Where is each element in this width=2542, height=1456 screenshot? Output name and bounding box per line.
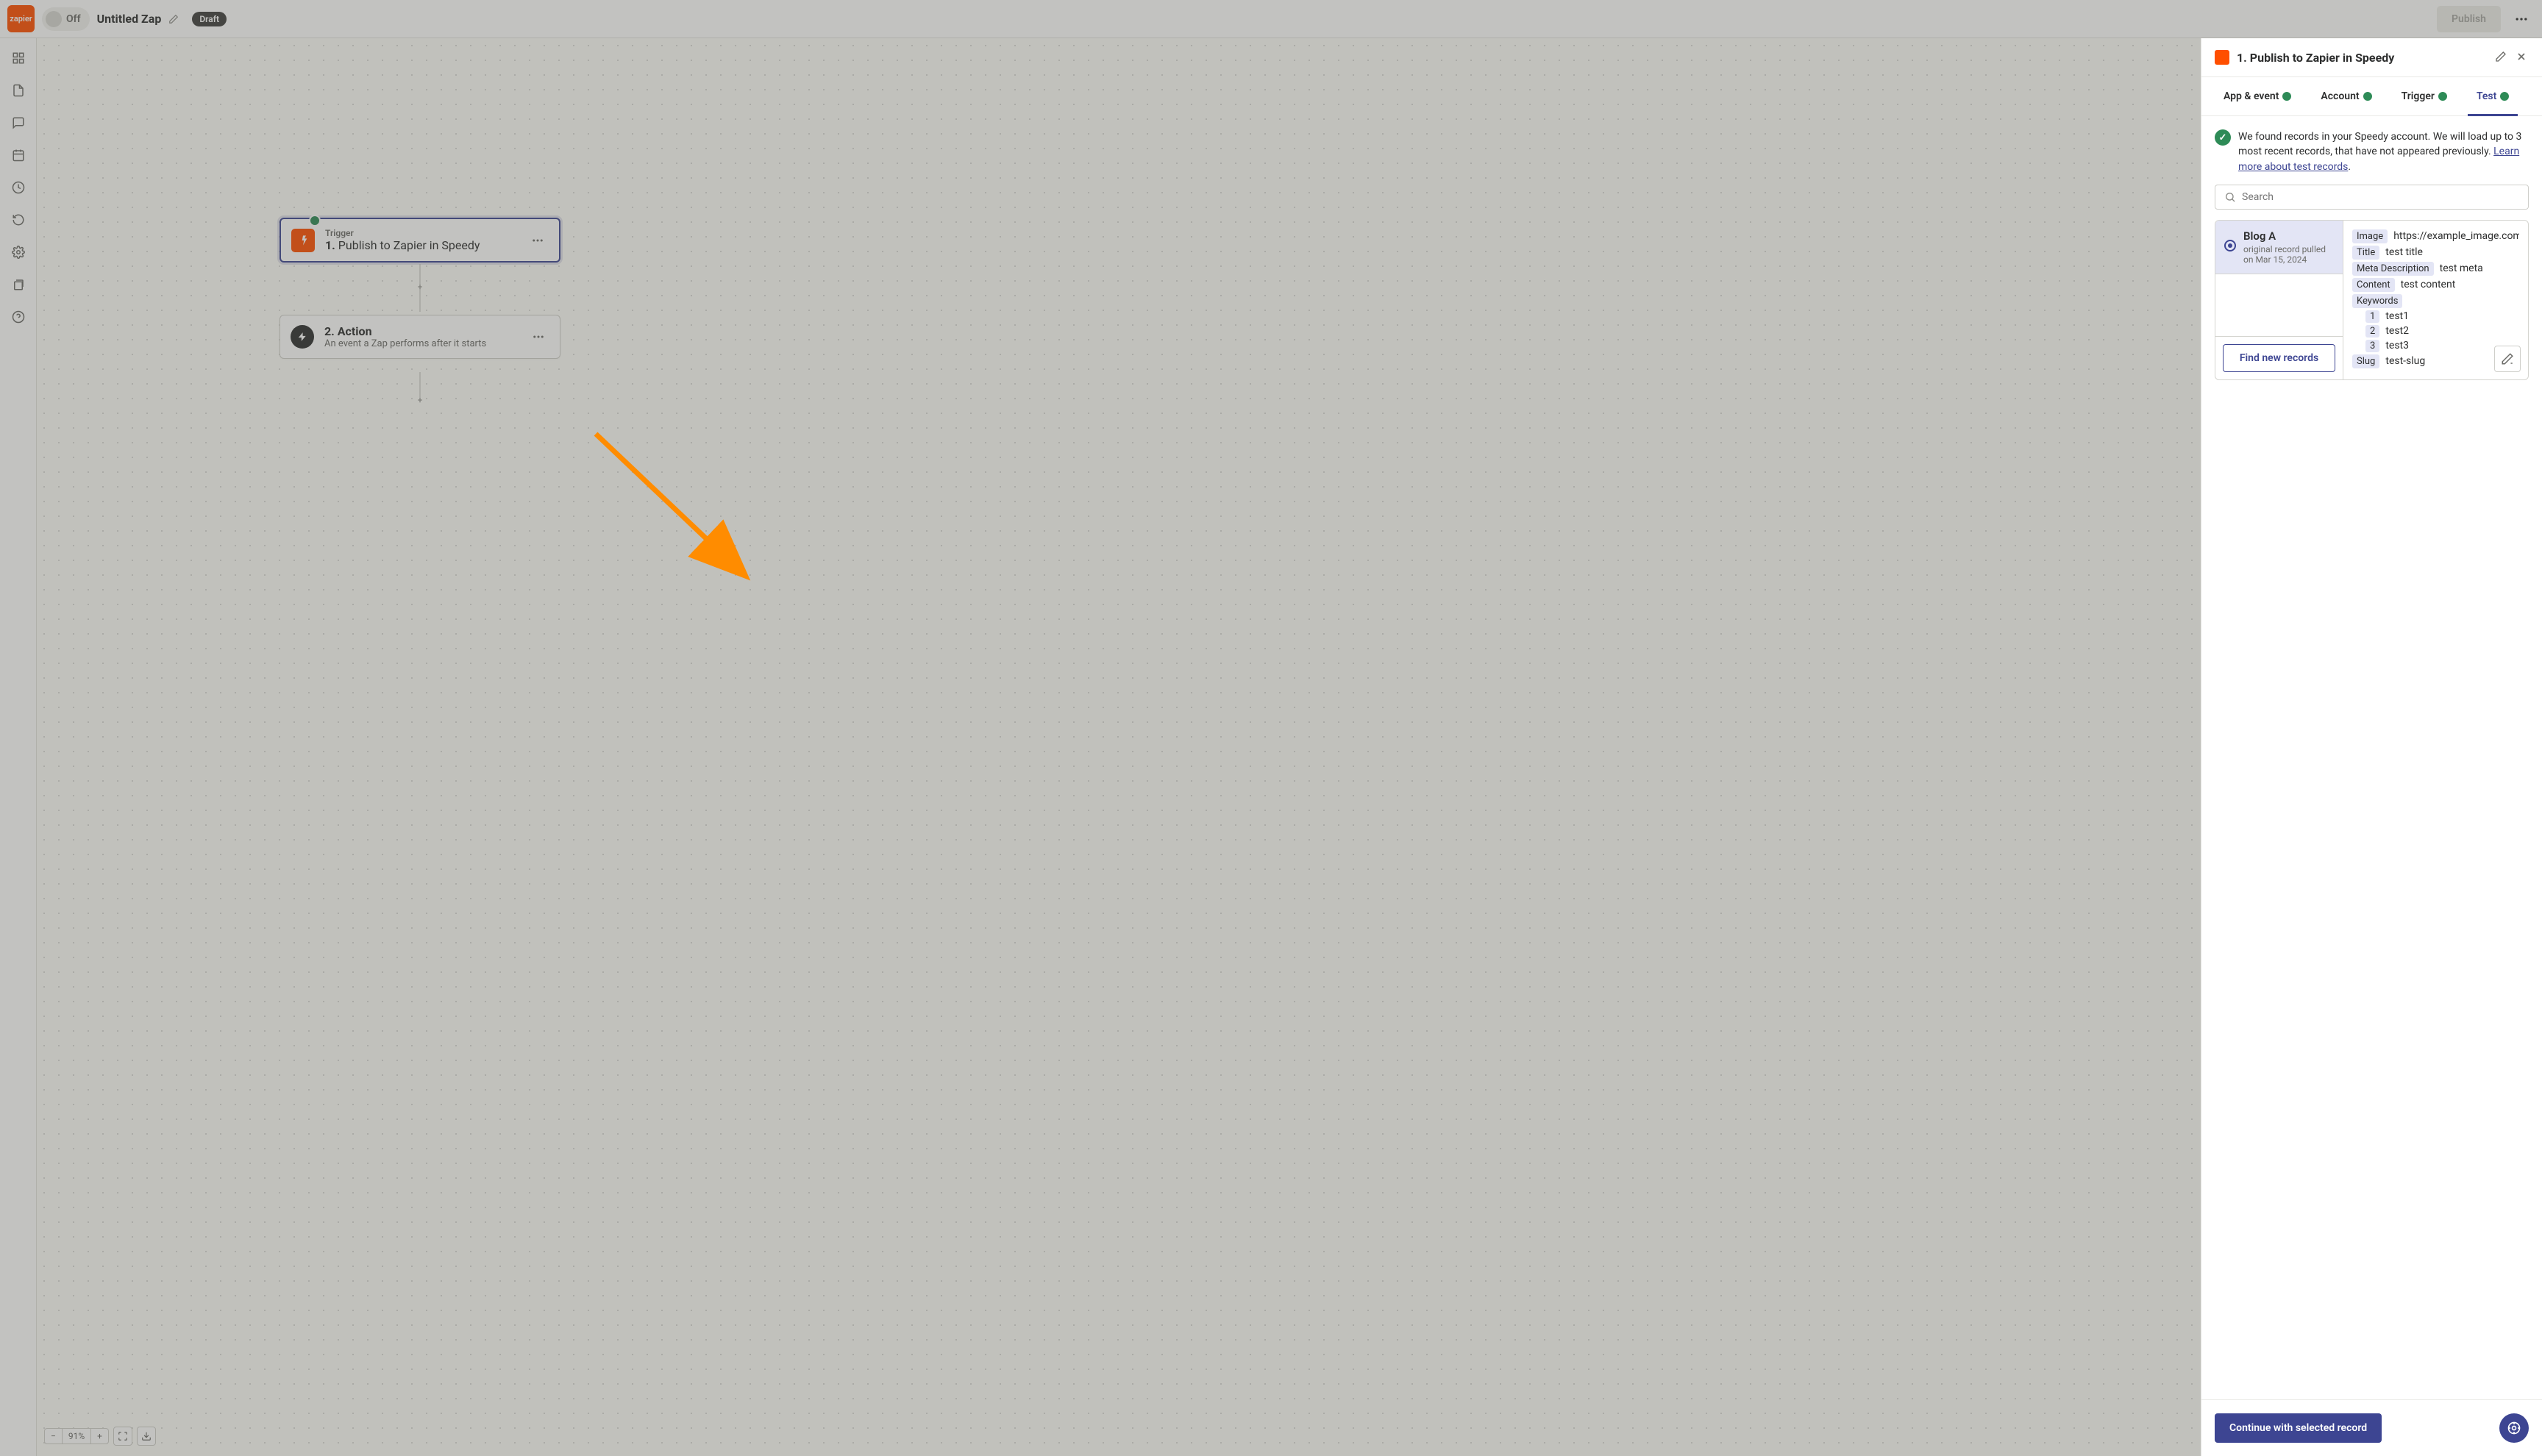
search-input[interactable]: [2242, 191, 2519, 203]
record-search[interactable]: [2215, 185, 2529, 210]
check-icon: [2438, 92, 2447, 101]
field-value: test2: [2385, 325, 2409, 337]
panel-header: 1. Publish to Zapier in Speedy: [2201, 38, 2542, 77]
radio-selected-icon: [2224, 240, 2236, 251]
success-check-icon: [2215, 129, 2231, 146]
tab-account[interactable]: Account: [2306, 77, 2386, 115]
tab-app-event[interactable]: App & event: [2209, 77, 2306, 115]
tab-test[interactable]: Test: [2462, 77, 2524, 115]
check-icon: [2363, 92, 2372, 101]
record-meta: original record pulled on Mar 15, 2024: [2243, 244, 2334, 265]
field-value: test-slug: [2385, 355, 2425, 367]
help-fab-button[interactable]: [2499, 1413, 2529, 1443]
record-item[interactable]: Blog A original record pulled on Mar 15,…: [2215, 221, 2343, 274]
field-index: 2: [2365, 325, 2379, 338]
field-value: https://example_image.com/i: [2393, 230, 2519, 242]
tab-trigger[interactable]: Trigger: [2387, 77, 2462, 115]
field-value: test meta: [2440, 263, 2483, 274]
field-key: Slug: [2352, 354, 2379, 368]
speedy-app-icon: [2215, 50, 2229, 65]
step-config-panel: 1. Publish to Zapier in Speedy App & eve…: [2201, 38, 2542, 1456]
field-value: test content: [2401, 279, 2456, 290]
field-key: Title: [2352, 246, 2379, 260]
modal-dim-overlay: [0, 0, 2542, 1456]
continue-button[interactable]: Continue with selected record: [2215, 1413, 2382, 1443]
panel-body: We found records in your Speedy account.…: [2201, 116, 2542, 1399]
field-index: 3: [2365, 340, 2379, 352]
field-index: 1: [2365, 310, 2379, 323]
field-key: Image: [2352, 229, 2388, 243]
search-icon: [2224, 191, 2236, 203]
record-name: Blog A: [2243, 229, 2334, 243]
record-details: Imagehttps://example_image.com/i Titlete…: [2343, 221, 2528, 379]
check-icon: [2500, 92, 2509, 101]
close-panel-icon[interactable]: [2516, 51, 2529, 64]
field-value: test3: [2385, 340, 2409, 351]
test-info-message: We found records in your Speedy account.…: [2215, 129, 2529, 174]
field-key: Content: [2352, 278, 2395, 292]
field-key: Meta Description: [2352, 262, 2434, 276]
panel-footer: Continue with selected record: [2201, 1399, 2542, 1456]
panel-tabs: App & event Account Trigger Test: [2201, 77, 2542, 116]
find-new-records-button[interactable]: Find new records: [2223, 344, 2335, 372]
rename-step-icon[interactable]: [2495, 51, 2508, 64]
field-key: Keywords: [2352, 294, 2402, 308]
edit-record-button[interactable]: [2494, 346, 2521, 372]
record-selector: Blog A original record pulled on Mar 15,…: [2215, 220, 2529, 380]
record-list: Blog A original record pulled on Mar 15,…: [2215, 221, 2343, 379]
field-value: test1: [2385, 310, 2409, 322]
check-icon: [2282, 92, 2291, 101]
panel-title: 1. Publish to Zapier in Speedy: [2237, 51, 2488, 65]
field-value: test title: [2385, 246, 2423, 258]
